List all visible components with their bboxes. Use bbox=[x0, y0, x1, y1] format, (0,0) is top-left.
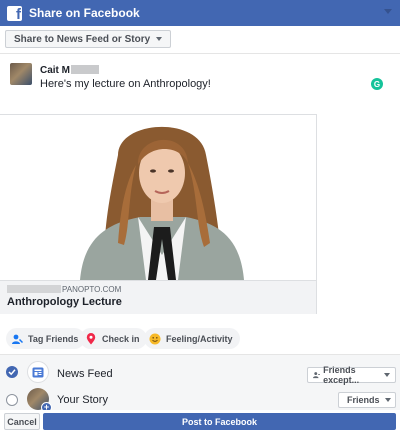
redacted-blur bbox=[7, 285, 61, 293]
caret-down-icon bbox=[156, 37, 163, 41]
caret-down-icon bbox=[384, 398, 391, 402]
caret-down-icon bbox=[384, 373, 390, 377]
composer: Cait M Here's my lecture on Anthropology… bbox=[0, 54, 400, 114]
share-destination-dropdown[interactable]: Share to News Feed or Story bbox=[5, 30, 172, 48]
friends-except-icon bbox=[313, 372, 321, 379]
news-feed-label: News Feed bbox=[57, 368, 113, 380]
lecturer-thumbnail-image bbox=[0, 115, 316, 280]
destination-row: Share to News Feed or Story bbox=[0, 26, 400, 54]
location-pin-icon bbox=[85, 332, 97, 345]
audience-selector: News Feed Friends except... + Your Story… bbox=[0, 354, 400, 413]
post-actions: Tag Friends Check in Feeling/Activity bbox=[0, 322, 400, 354]
title-bar: f Share on Facebook bbox=[0, 0, 400, 26]
dialog-footer: Cancel Post to Facebook bbox=[0, 410, 400, 433]
check-in-label: Check in bbox=[102, 333, 140, 344]
post-message-input[interactable]: Here's my lecture on Anthropology! bbox=[40, 78, 211, 90]
author-name: Cait M bbox=[40, 65, 99, 76]
avatar bbox=[10, 63, 32, 85]
redacted-blur bbox=[71, 65, 99, 74]
link-preview-meta: PANOPTO.COM Anthropology Lecture bbox=[0, 280, 316, 314]
cancel-button[interactable]: Cancel bbox=[4, 413, 40, 430]
link-domain-text: PANOPTO.COM bbox=[62, 285, 122, 294]
author-name-text: Cait M bbox=[40, 65, 70, 76]
news-feed-checkbox[interactable] bbox=[6, 366, 18, 378]
video-thumbnail bbox=[0, 115, 316, 280]
news-feed-icon bbox=[27, 361, 49, 383]
post-to-facebook-button[interactable]: Post to Facebook bbox=[43, 413, 396, 430]
link-preview-card[interactable]: PANOPTO.COM Anthropology Lecture bbox=[0, 114, 317, 314]
tag-friends-icon bbox=[11, 333, 23, 345]
tag-friends-button[interactable]: Tag Friends bbox=[6, 328, 86, 349]
check-in-button[interactable]: Check in bbox=[80, 328, 147, 349]
your-story-label: Your Story bbox=[57, 394, 108, 406]
feeling-activity-label: Feeling/Activity bbox=[166, 333, 233, 344]
your-story-privacy-dropdown[interactable]: Friends bbox=[338, 392, 396, 408]
link-domain: PANOPTO.COM bbox=[7, 285, 121, 294]
grammarly-icon[interactable]: G bbox=[371, 78, 383, 90]
smiley-icon bbox=[149, 333, 161, 345]
facebook-logo-icon: f bbox=[7, 5, 22, 21]
chevron-down-icon[interactable] bbox=[384, 9, 392, 14]
news-feed-privacy-label: Friends except... bbox=[323, 365, 360, 385]
your-story-privacy-label: Friends bbox=[347, 395, 380, 405]
your-story-checkbox[interactable] bbox=[6, 394, 18, 406]
feeling-activity-button[interactable]: Feeling/Activity bbox=[144, 328, 240, 349]
window-title: Share on Facebook bbox=[29, 6, 140, 20]
news-feed-privacy-dropdown[interactable]: Friends except... bbox=[307, 365, 396, 385]
tag-friends-label: Tag Friends bbox=[28, 333, 79, 344]
share-destination-label: Share to News Feed or Story bbox=[14, 33, 151, 45]
checkmark-icon bbox=[8, 369, 16, 376]
link-title: Anthropology Lecture bbox=[7, 296, 122, 308]
